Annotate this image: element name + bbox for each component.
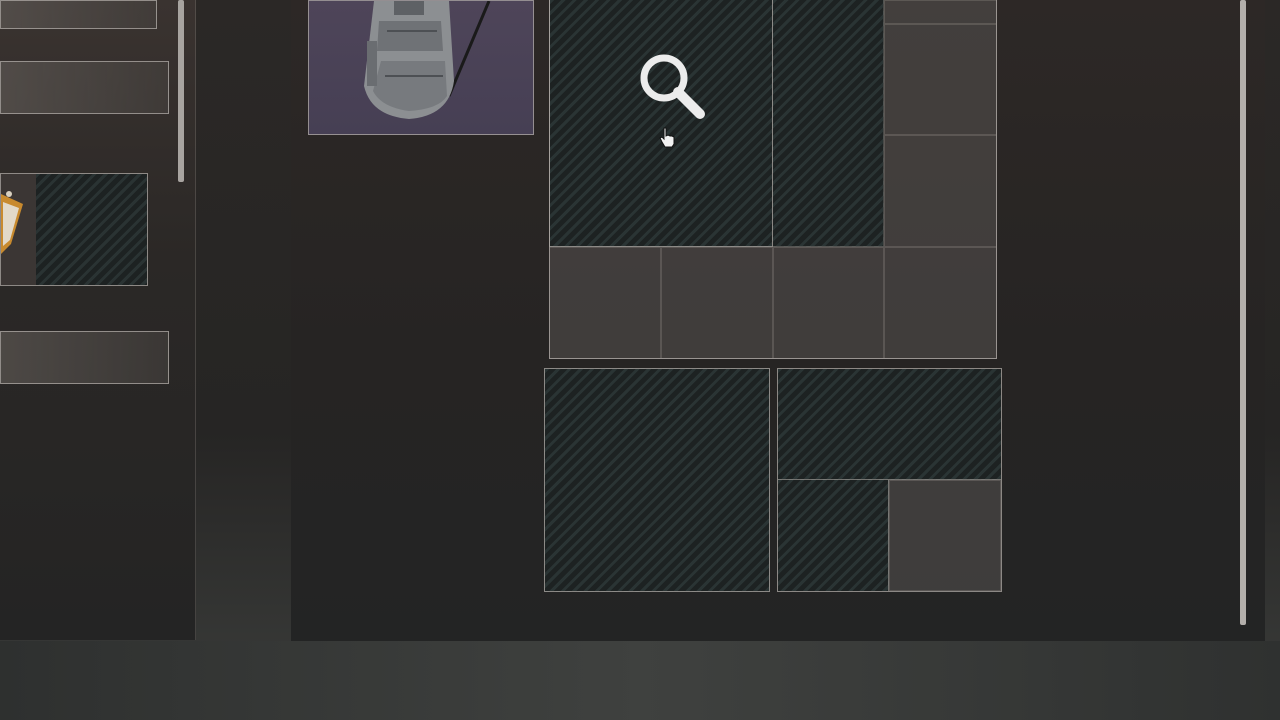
grid-cell[interactable] <box>889 480 1001 591</box>
searching-item-slot[interactable] <box>778 369 1001 480</box>
equipment-slot[interactable] <box>0 331 169 384</box>
left-equipment-panel <box>0 0 196 640</box>
panel-scrollbar[interactable] <box>178 0 184 182</box>
container-grid-secondary <box>777 368 1002 592</box>
equipment-slot-top[interactable] <box>0 0 157 29</box>
searching-item-slot[interactable] <box>778 480 889 591</box>
backpack-item[interactable] <box>308 0 534 135</box>
bottom-bar <box>0 641 1280 720</box>
hand-cursor-icon <box>659 127 675 148</box>
backpack-icon <box>364 1 491 119</box>
stash-scrollbar[interactable] <box>1240 0 1246 625</box>
empty-grid-cell[interactable] <box>36 174 147 285</box>
searching-item-slot[interactable] <box>544 368 770 592</box>
game-screen: { "inventory": { "backpack_item": { "ico… <box>0 0 1280 720</box>
container-grid-main <box>549 0 997 359</box>
grid-border <box>549 0 997 359</box>
knife-icon[interactable] <box>1 174 36 285</box>
equipment-slot[interactable] <box>0 61 169 114</box>
item-slot[interactable] <box>0 173 148 286</box>
